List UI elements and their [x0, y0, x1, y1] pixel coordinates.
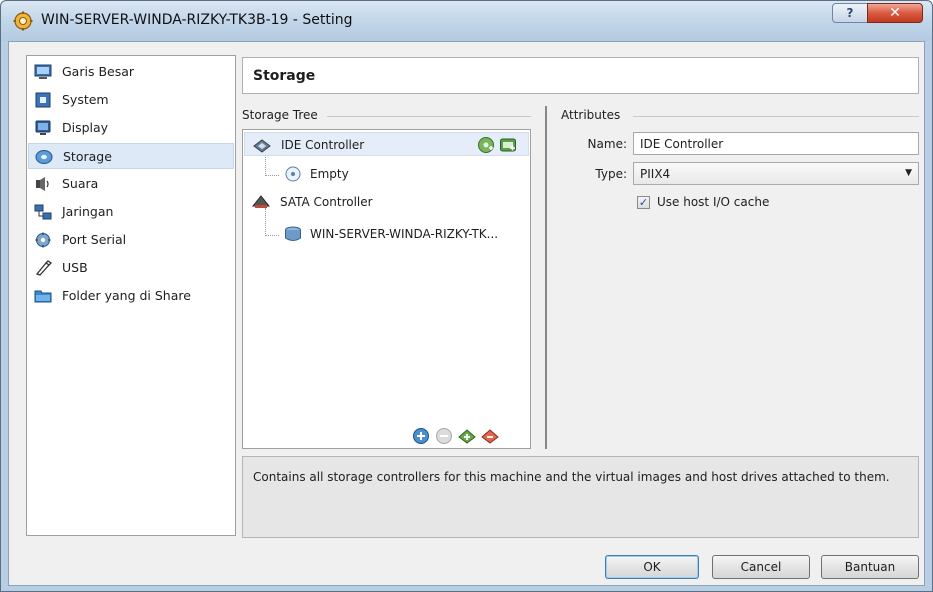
shared-folder-icon	[34, 290, 52, 303]
controller-type-select[interactable]: PIIX4 ▼	[633, 162, 919, 185]
settings-sidebar: Garis Besar System Display Storage Suara…	[26, 55, 236, 536]
description-box: Contains all storage controllers for thi…	[242, 456, 919, 538]
audio-icon	[36, 177, 49, 191]
help-button[interactable]: Bantuan	[821, 555, 919, 579]
system-chip-icon	[35, 92, 51, 108]
sidebar-item-shared-folder[interactable]: Folder yang di Share	[28, 283, 234, 309]
cd-drive-icon	[285, 166, 301, 182]
dialog-body: Garis Besar System Display Storage Suara…	[8, 41, 925, 586]
storage-tree[interactable]: IDE Controller Empty SATA Controller WIN…	[242, 129, 531, 449]
hard-disk-icon	[285, 226, 301, 241]
display-monitor-icon	[35, 120, 51, 135]
page-title-box: Storage	[242, 57, 919, 94]
sidebar-item-usb[interactable]: USB	[28, 255, 234, 281]
serial-port-icon	[35, 232, 51, 248]
add-attachment-icon[interactable]	[412, 427, 430, 445]
sidebar-item-label: USB	[62, 260, 88, 275]
sidebar-item-label: Storage	[63, 149, 112, 164]
type-label: Type:	[595, 167, 627, 181]
remove-attachment-icon[interactable]	[435, 427, 453, 445]
network-icon	[34, 204, 52, 220]
storage-disk-icon	[35, 150, 53, 164]
tree-node-hard-disk[interactable]: WIN-SERVER-WINDA-RIZKY-TK...	[244, 222, 529, 246]
controller-icon	[253, 139, 271, 153]
tree-node-label: IDE Controller	[281, 138, 365, 152]
controller-type-value: PIIX4	[640, 167, 671, 181]
sidebar-item-suara[interactable]: Suara	[28, 171, 234, 197]
storage-tree-divider	[327, 116, 531, 117]
tree-node-empty-cd[interactable]: Empty	[244, 162, 529, 186]
sidebar-item-port-serial[interactable]: Port Serial	[28, 227, 234, 253]
tree-node-ide-controller[interactable]: IDE Controller	[244, 132, 529, 156]
add-controller-icon[interactable]	[458, 427, 476, 445]
usb-icon	[35, 260, 52, 276]
ok-button[interactable]: OK	[605, 555, 699, 579]
cancel-button[interactable]: Cancel	[712, 555, 810, 579]
window-title: WIN-SERVER-WINDA-RIZKY-TK3B-19 - Setting	[41, 12, 353, 28]
attributes-divider	[633, 116, 919, 117]
sidebar-item-label: System	[62, 92, 109, 107]
controller-icon	[252, 195, 270, 208]
sidebar-item-label: Display	[62, 120, 109, 135]
virtualbox-gear-icon	[13, 11, 33, 31]
tree-node-sata-controller[interactable]: SATA Controller	[244, 190, 529, 214]
sidebar-item-label: Suara	[62, 176, 99, 191]
sidebar-item-label: Jaringan	[62, 204, 114, 219]
sidebar-item-display[interactable]: Display	[28, 115, 234, 141]
add-cd-icon[interactable]	[477, 136, 495, 154]
sidebar-item-label: Folder yang di Share	[62, 288, 191, 303]
sidebar-item-system[interactable]: System	[28, 87, 234, 113]
help-title-button[interactable]: ?	[832, 3, 868, 23]
settings-window: WIN-SERVER-WINDA-RIZKY-TK3B-19 - Setting…	[0, 0, 933, 592]
attributes-label: Attributes	[561, 108, 621, 122]
description-text: Contains all storage controllers for thi…	[253, 470, 890, 484]
sidebar-item-label: Garis Besar	[62, 64, 135, 79]
sidebar-item-jaringan[interactable]: Jaringan	[28, 199, 234, 225]
tree-node-label: WIN-SERVER-WINDA-RIZKY-TK...	[310, 227, 499, 241]
host-io-cache-checkbox[interactable]: ✓	[637, 196, 650, 209]
sidebar-item-label: Port Serial	[62, 232, 127, 247]
tree-node-label: SATA Controller	[280, 195, 373, 209]
add-hard-disk-icon[interactable]	[499, 136, 517, 154]
close-title-button[interactable]: ✕	[867, 3, 923, 23]
title-bar[interactable]: WIN-SERVER-WINDA-RIZKY-TK3B-19 - Setting…	[1, 1, 932, 41]
host-io-cache-label: Use host I/O cache	[657, 195, 770, 209]
storage-tree-label: Storage Tree	[242, 108, 318, 122]
controller-name-input[interactable]: IDE Controller	[633, 132, 919, 155]
name-label: Name:	[587, 137, 627, 151]
sidebar-item-garis-besar[interactable]: Garis Besar	[28, 59, 234, 85]
page-title: Storage	[253, 68, 316, 84]
panel-separator	[545, 106, 547, 449]
remove-controller-icon[interactable]	[481, 427, 499, 445]
chevron-down-icon: ▼	[905, 168, 912, 178]
sidebar-item-storage[interactable]: Storage	[28, 143, 234, 169]
tree-node-label: Empty	[310, 167, 349, 181]
general-icon	[34, 64, 52, 79]
